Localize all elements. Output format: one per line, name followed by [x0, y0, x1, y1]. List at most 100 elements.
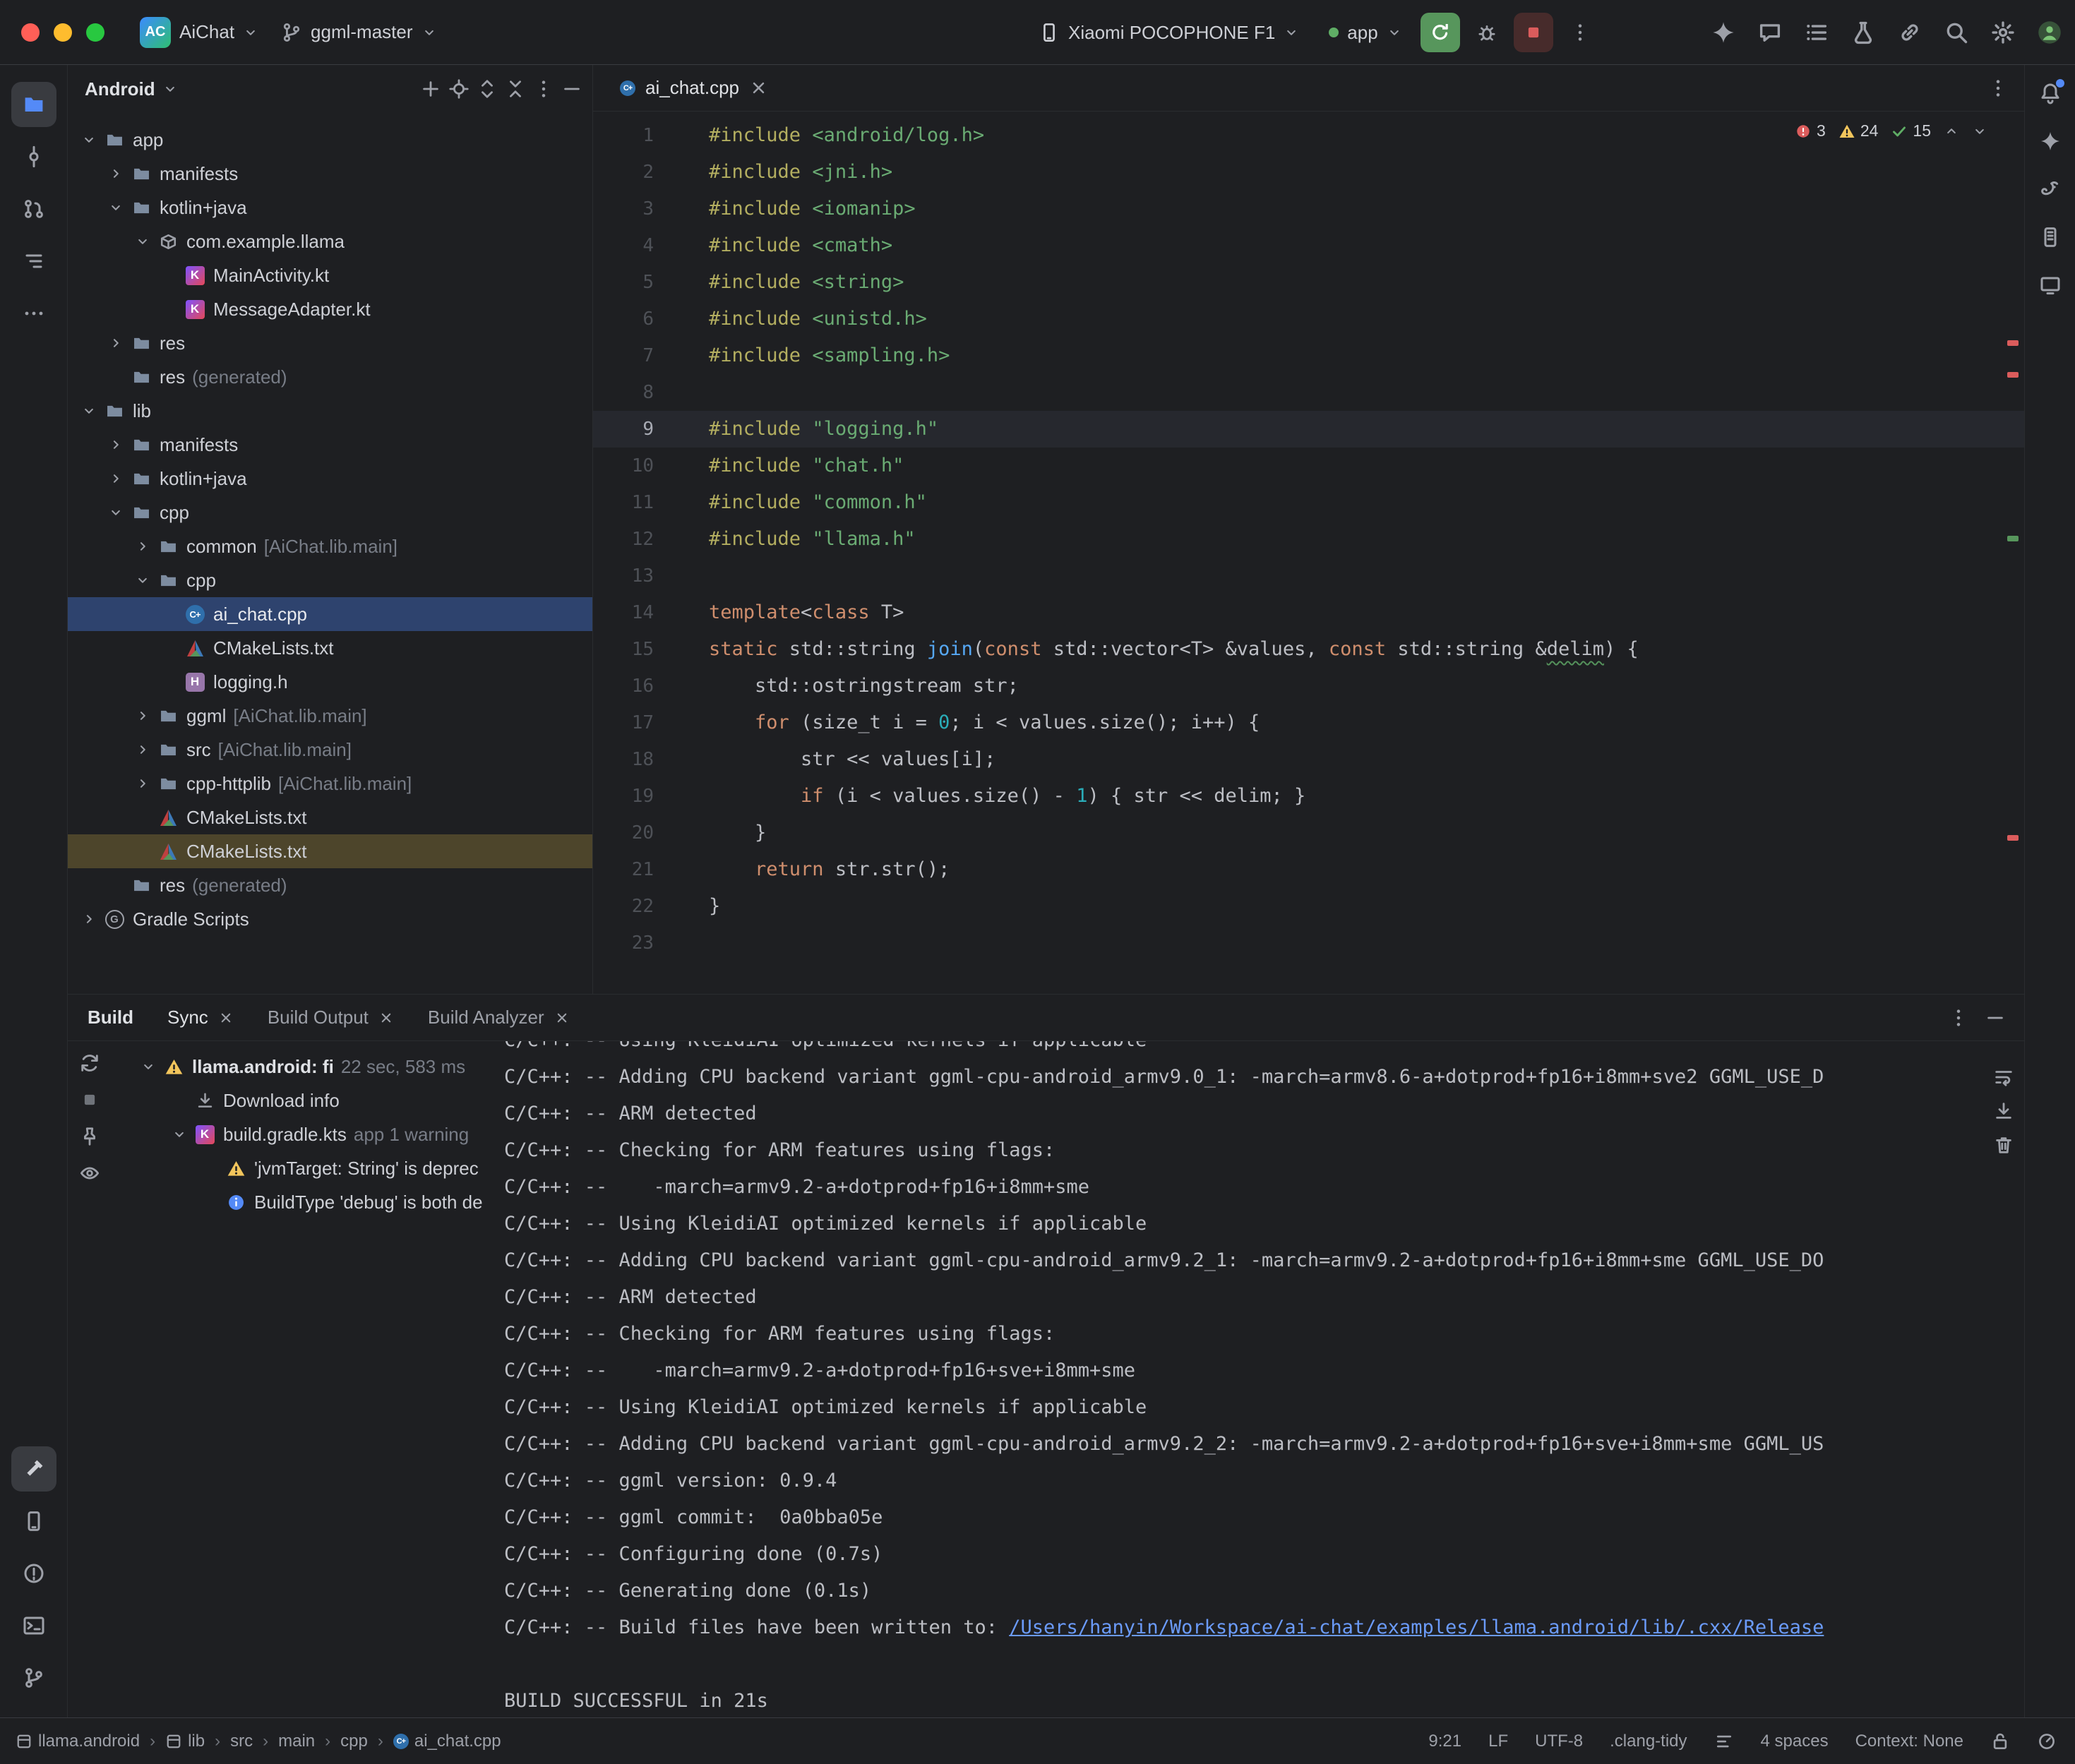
project-tree-item[interactable]: app	[68, 123, 592, 157]
tree-toggle-icon[interactable]	[130, 572, 155, 588]
code-line[interactable]: 19 if (i < values.size() - 1) { str << d…	[593, 778, 2024, 815]
more-run-actions-button[interactable]	[1560, 13, 1600, 52]
prev-problem-icon[interactable]	[1944, 124, 1959, 139]
tree-toggle-icon[interactable]	[103, 166, 128, 181]
project-tree-item[interactable]: cpp	[68, 496, 592, 529]
close-icon[interactable]	[218, 1010, 234, 1026]
settings-button[interactable]	[1990, 20, 2016, 45]
stop-sync-icon[interactable]	[79, 1089, 100, 1110]
line-number[interactable]: 10	[593, 448, 672, 484]
tree-toggle-icon[interactable]	[76, 911, 102, 927]
line-number[interactable]: 17	[593, 704, 672, 741]
tool-window-running-devices-button[interactable]	[2031, 265, 2070, 305]
stop-button[interactable]	[1514, 13, 1553, 52]
tool-window-gemini-button[interactable]	[2031, 121, 2070, 161]
line-separator-widget[interactable]: LF	[1488, 1732, 1508, 1751]
project-tree-item[interactable]: Hlogging.h	[68, 665, 592, 699]
encoding-widget[interactable]: UTF-8	[1535, 1732, 1583, 1751]
code-line[interactable]: 4#include <cmath>	[593, 227, 2024, 264]
code-line[interactable]: 8	[593, 374, 2024, 411]
chevron-down-icon[interactable]	[162, 81, 178, 97]
formatter-icon[interactable]	[1714, 1732, 1734, 1751]
project-tree-item[interactable]: common[AiChat.lib.main]	[68, 529, 592, 563]
line-number[interactable]: 5	[593, 264, 672, 301]
code-line[interactable]: 6#include <unistd.h>	[593, 301, 2024, 337]
errors-count[interactable]: 3	[1795, 121, 1826, 140]
tool-window-device-explorer-button[interactable]	[2031, 217, 2070, 257]
code-line[interactable]: 11#include "common.h"	[593, 484, 2024, 521]
tree-toggle-icon[interactable]	[130, 742, 155, 757]
code-line[interactable]: 17 for (size_t i = 0; i < values.size();…	[593, 704, 2024, 741]
close-tab-icon[interactable]	[749, 78, 768, 97]
breadcrumb-item[interactable]: llama.android	[16, 1732, 140, 1751]
caret-position[interactable]: 9:21	[1428, 1732, 1461, 1751]
tree-toggle-icon[interactable]	[103, 335, 128, 351]
tree-toggle-icon[interactable]	[103, 200, 128, 215]
project-tree-item[interactable]: com.example.llama	[68, 224, 592, 258]
project-tree-item[interactable]: KMessageAdapter.kt	[68, 292, 592, 326]
tab-build-output[interactable]: Build Output	[268, 1007, 394, 1028]
passed-count[interactable]: 15	[1891, 121, 1931, 140]
project-tree-item[interactable]: CMakeLists.txt	[68, 834, 592, 868]
build-output-path-link[interactable]: /Users/hanyin/Workspace/ai-chat/examples…	[1009, 1616, 1824, 1638]
line-number[interactable]: 15	[593, 631, 672, 668]
line-number[interactable]: 18	[593, 741, 672, 778]
breadcrumb-item[interactable]: C+ai_chat.cpp	[393, 1732, 501, 1751]
tree-toggle-icon[interactable]	[103, 505, 128, 520]
line-number[interactable]: 1	[593, 117, 672, 154]
project-tree-item[interactable]: GGradle Scripts	[68, 902, 592, 936]
line-number[interactable]: 7	[593, 337, 672, 374]
run-button[interactable]	[1421, 13, 1460, 52]
build-panel-title[interactable]: Build	[88, 1007, 133, 1028]
tree-toggle-icon[interactable]	[103, 471, 128, 486]
code-line[interactable]: 2#include <jni.h>	[593, 154, 2024, 191]
build-tree-item[interactable]: 'jvmTarget: String' is deprec	[68, 1151, 504, 1185]
tab-sync[interactable]: Sync	[167, 1007, 234, 1028]
vcs-branch-widget[interactable]: ggml-master	[270, 10, 448, 55]
tool-window-notifications-button[interactable]	[2031, 73, 2070, 113]
ai-context-widget[interactable]: Context: None	[1855, 1732, 1963, 1751]
tree-toggle-icon[interactable]	[167, 1127, 192, 1142]
inspections-status-icon[interactable]	[2037, 1732, 2057, 1751]
select-opened-file-icon[interactable]	[448, 78, 470, 100]
scroll-to-end-icon[interactable]	[1993, 1100, 2014, 1122]
debug-button[interactable]	[1467, 13, 1507, 52]
code-line[interactable]: 20 }	[593, 815, 2024, 851]
project-tree-item[interactable]: cpp	[68, 563, 592, 597]
search-button[interactable]	[1944, 20, 1969, 45]
tool-window-version-control-button[interactable]	[11, 1655, 56, 1700]
tree-toggle-icon[interactable]	[76, 403, 102, 419]
lock-icon[interactable]	[1990, 1732, 2010, 1751]
line-number[interactable]: 8	[593, 374, 672, 411]
inspections-widget[interactable]: 3 24 15	[1789, 119, 1993, 143]
build-tree-item[interactable]: llama.android: fi22 sec, 583 ms	[68, 1050, 504, 1084]
collapse-all-icon[interactable]	[505, 78, 526, 100]
line-number[interactable]: 2	[593, 154, 672, 191]
project-tree-item[interactable]: lib	[68, 394, 592, 428]
editor-options-icon[interactable]	[1987, 78, 2009, 99]
build-options-icon[interactable]	[1948, 1007, 1969, 1028]
line-number[interactable]: 13	[593, 558, 672, 594]
build-tree-item[interactable]: Download info	[68, 1084, 504, 1117]
pin-icon[interactable]	[79, 1126, 100, 1147]
tree-toggle-icon[interactable]	[130, 234, 155, 249]
run-configuration-selector[interactable]: app	[1317, 10, 1413, 55]
ai-chat-button[interactable]	[1757, 20, 1783, 45]
code-line[interactable]: 23	[593, 925, 2024, 961]
project-widget[interactable]: AC AiChat	[128, 10, 270, 55]
project-tree-item[interactable]: src[AiChat.lib.main]	[68, 733, 592, 767]
tool-window-project-button[interactable]	[11, 82, 56, 127]
minimize-window-button[interactable]	[54, 23, 72, 42]
options-menu-icon[interactable]	[533, 78, 554, 100]
tool-window-structure-button[interactable]	[11, 239, 56, 284]
add-icon[interactable]	[420, 78, 441, 100]
clang-tidy-widget[interactable]: .clang-tidy	[1610, 1732, 1687, 1751]
code-line[interactable]: 22}	[593, 888, 2024, 925]
profile-button[interactable]	[2037, 20, 2062, 45]
breadcrumb-item[interactable]: src	[230, 1732, 253, 1751]
project-tree-item[interactable]: res(generated)	[68, 868, 592, 902]
code-line[interactable]: 15static std::string join(const std::vec…	[593, 631, 2024, 668]
code-line[interactable]: 12#include "llama.h"	[593, 521, 2024, 558]
tool-window-device-manager-button[interactable]	[11, 1499, 56, 1544]
project-tree-item[interactable]: kotlin+java	[68, 191, 592, 224]
